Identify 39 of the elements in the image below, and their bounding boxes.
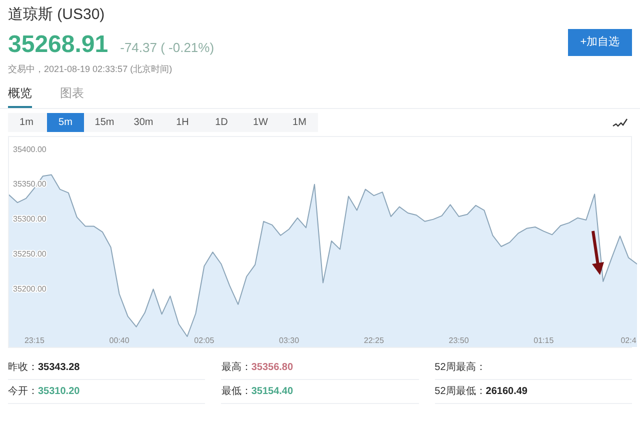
stat-label: 52周最低： <box>434 385 486 399</box>
range-button[interactable]: 15m <box>86 113 123 132</box>
add-watchlist-button[interactable]: +加自选 <box>568 29 632 56</box>
y-axis-label: 35400.00 <box>13 144 46 154</box>
range-button[interactable]: 5m <box>47 113 84 132</box>
price-change: -74.37 ( -0.21%) <box>120 38 214 57</box>
range-button[interactable]: 1D <box>203 113 240 132</box>
stat-label: 52周最高： <box>434 360 486 375</box>
range-button[interactable]: 30m <box>125 113 162 132</box>
stat-value: 35154.40 <box>251 385 294 399</box>
instrument-title: 道琼斯 (US30) <box>8 5 106 25</box>
x-axis-label: 02:05 <box>194 336 214 345</box>
line-chart-icon[interactable] <box>612 118 628 128</box>
x-axis-label: 23:50 <box>448 336 469 345</box>
range-button[interactable]: 1W <box>242 113 279 132</box>
y-axis-label: 35300.00 <box>13 214 46 224</box>
x-axis-label: 03:30 <box>279 336 300 345</box>
x-axis-label: 22:25 <box>364 336 384 345</box>
price-value: 35268.91 <box>8 30 108 60</box>
x-axis-label: 00:40 <box>109 336 130 345</box>
x-axis-label: 01:15 <box>534 336 554 345</box>
range-button[interactable]: 1m <box>8 113 45 132</box>
stat-value: 26160.49 <box>486 385 528 399</box>
tab[interactable]: 概览 <box>8 84 32 108</box>
x-axis-label: 02:4 <box>620 336 636 345</box>
stat-value: 35310.20 <box>38 385 80 399</box>
stat-value: 35343.28 <box>38 361 80 375</box>
range-button[interactable]: 1H <box>164 113 201 132</box>
annotation-arrow <box>592 230 604 275</box>
stat-label: 最低： <box>221 385 252 399</box>
trading-status: 交易中，2021-08-19 02:33:57 (北京时间) <box>8 62 174 76</box>
stat-label: 最高： <box>221 360 252 375</box>
stat-label: 昨收： <box>8 361 38 375</box>
range-button[interactable]: 1M <box>281 113 318 132</box>
y-axis-label: 35200.00 <box>13 284 46 294</box>
x-axis-label: 23:15 <box>24 336 44 345</box>
y-axis-label: 35250.00 <box>13 250 46 258</box>
stat-value: 35356.80 <box>251 361 294 375</box>
stat-label: 今开： <box>8 385 38 399</box>
